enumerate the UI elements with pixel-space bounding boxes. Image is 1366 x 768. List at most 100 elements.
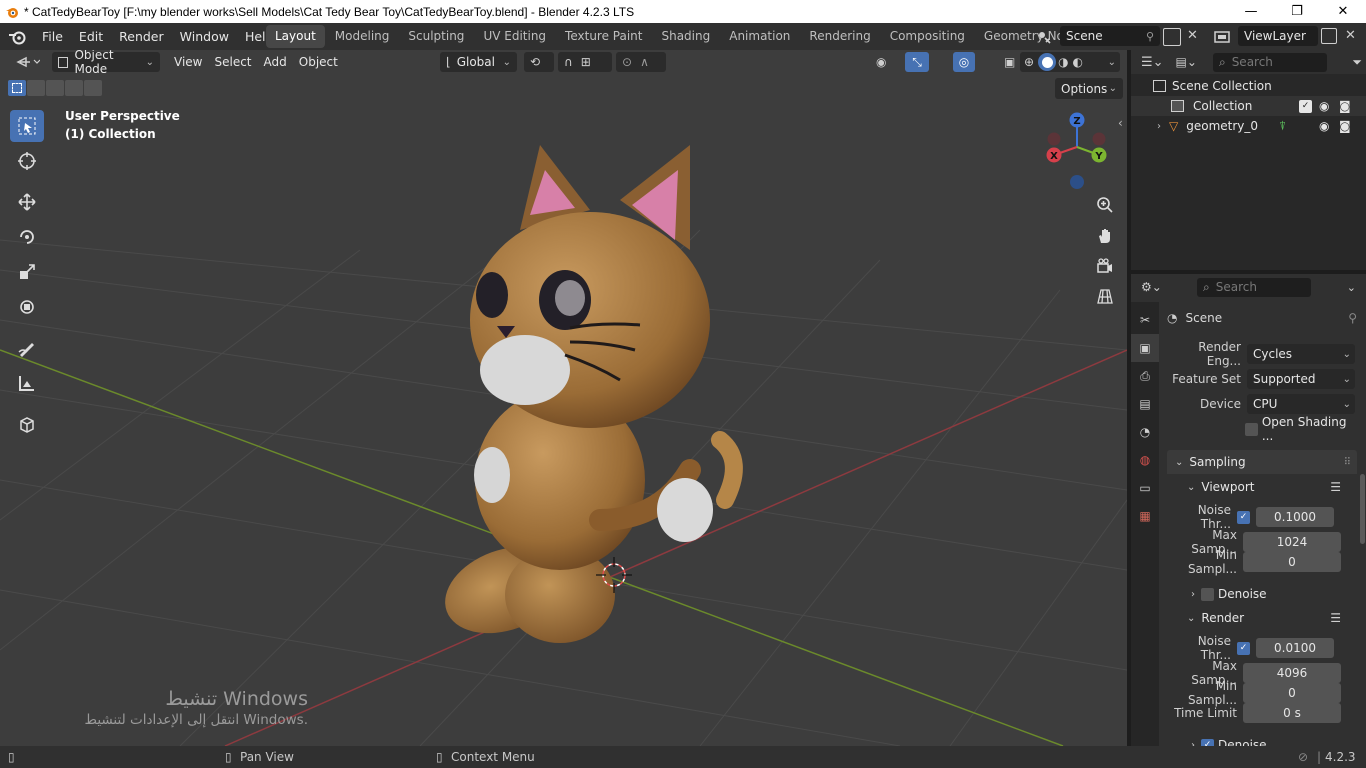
output-tab-icon[interactable]: ⎙ bbox=[1131, 362, 1159, 390]
pivot-point-dropdown[interactable]: ⟲ bbox=[524, 52, 554, 72]
wireframe-shading-icon[interactable]: ⊕ bbox=[1024, 55, 1034, 69]
show-overlays-toggle[interactable]: ◎ bbox=[953, 52, 975, 72]
tab-uv-editing[interactable]: UV Editing bbox=[474, 25, 555, 48]
menu-select[interactable]: Select bbox=[208, 52, 257, 72]
viewport-min-samples-field[interactable]: 0 bbox=[1243, 552, 1341, 572]
viewport-subpanel-header[interactable]: ⌄ Viewport ☰ bbox=[1167, 475, 1357, 499]
annotate-tool[interactable] bbox=[10, 332, 44, 364]
tab-compositing[interactable]: Compositing bbox=[881, 25, 974, 48]
blender-menu-icon[interactable] bbox=[0, 23, 34, 50]
camera-render-icon[interactable]: ◙ bbox=[1339, 119, 1351, 133]
rendered-shading-icon[interactable]: ◐ bbox=[1073, 55, 1083, 69]
scene-selector[interactable]: Scene ⚲ bbox=[1060, 26, 1160, 46]
tab-animation[interactable]: Animation bbox=[720, 25, 799, 48]
viewport-noise-field[interactable]: 0.1000 bbox=[1256, 507, 1334, 527]
select-extend-icon[interactable] bbox=[27, 80, 45, 96]
tool-tab-icon[interactable]: ✂ bbox=[1131, 306, 1159, 334]
measure-tool[interactable] bbox=[10, 367, 44, 399]
solid-shading-icon[interactable] bbox=[1038, 53, 1057, 71]
show-gizmo-toggle[interactable]: ⤡ bbox=[905, 52, 929, 72]
transform-orientation-dropdown[interactable]: ⌊ Global ⌄ bbox=[440, 52, 517, 72]
scene-tab-icon[interactable]: ◔ bbox=[1131, 418, 1159, 446]
options-dropdown[interactable]: Options ⌄ bbox=[1055, 78, 1123, 99]
rotate-tool[interactable] bbox=[10, 221, 44, 253]
cat-teddy-bear-model[interactable] bbox=[433, 145, 743, 649]
viewport-noise-checkbox[interactable]: ✓ bbox=[1237, 510, 1250, 524]
render-denoise-checkbox[interactable]: ✓ bbox=[1201, 738, 1214, 746]
3d-viewport[interactable]: Z X Y Object Mode ⌄ View Select Add Obje… bbox=[0, 50, 1127, 746]
viewport-max-samples-field[interactable]: 1024 bbox=[1243, 532, 1341, 552]
proportional-editing-toggle[interactable]: ⊙ ∧ bbox=[616, 52, 666, 72]
outliner-search-input[interactable]: ⌕ Search bbox=[1212, 52, 1327, 72]
texture-tab-icon[interactable]: ▦ bbox=[1131, 502, 1159, 530]
snap-toggle[interactable]: ∩ ⊞ bbox=[558, 52, 612, 72]
chevron-down-icon[interactable]: ⌄ bbox=[1108, 57, 1116, 68]
menu-object[interactable]: Object bbox=[293, 52, 344, 72]
delete-view-layer-icon[interactable]: ✕ bbox=[1345, 28, 1356, 43]
object-mode-dropdown[interactable]: Object Mode ⌄ bbox=[52, 50, 160, 76]
tab-sculpting[interactable]: Sculpting bbox=[399, 25, 473, 48]
delete-scene-icon[interactable]: ✕ bbox=[1187, 28, 1198, 43]
menu-file[interactable]: File bbox=[34, 23, 71, 50]
menu-add[interactable]: Add bbox=[258, 52, 293, 72]
tab-texture-paint[interactable]: Texture Paint bbox=[556, 25, 651, 48]
menu-edit[interactable]: Edit bbox=[71, 23, 111, 50]
sidebar-toggle-icon[interactable]: ‹ bbox=[1118, 116, 1123, 130]
menu-render[interactable]: Render bbox=[111, 23, 172, 50]
material-shading-icon[interactable]: ◑ bbox=[1058, 55, 1068, 69]
feature-set-dropdown[interactable]: Supported ⌄ bbox=[1247, 369, 1355, 389]
tab-layout[interactable]: Layout bbox=[266, 25, 325, 48]
exclude-checkbox[interactable]: ✓ bbox=[1299, 99, 1312, 113]
collection-tab-icon[interactable]: ▭ bbox=[1131, 474, 1159, 502]
world-tab-icon[interactable]: ◍ bbox=[1131, 446, 1159, 474]
drag-handle-icon[interactable]: ⠿ bbox=[1344, 457, 1351, 468]
cursor-tool[interactable] bbox=[10, 145, 44, 177]
select-intersect-icon[interactable] bbox=[84, 80, 102, 96]
presets-list-icon[interactable]: ☰ bbox=[1330, 611, 1341, 625]
device-dropdown[interactable]: CPU ⌄ bbox=[1247, 394, 1355, 414]
maximize-button[interactable]: ❐ bbox=[1274, 0, 1320, 23]
pin-icon[interactable]: ⚲ bbox=[1348, 311, 1357, 325]
render-max-samples-field[interactable]: 4096 bbox=[1243, 663, 1341, 683]
zoom-icon[interactable] bbox=[1093, 193, 1117, 217]
minimize-button[interactable]: — bbox=[1228, 0, 1274, 23]
render-time-limit-field[interactable]: 0 s bbox=[1243, 703, 1341, 723]
menu-window[interactable]: Window bbox=[172, 23, 237, 50]
display-mode-icon[interactable]: ▤⌄ bbox=[1176, 55, 1197, 69]
viewport-denoise-checkbox[interactable] bbox=[1201, 587, 1214, 601]
expand-arrow-icon[interactable]: › bbox=[1157, 121, 1161, 132]
new-scene-icon[interactable] bbox=[1163, 28, 1181, 46]
outliner-row-scene-collection[interactable]: Scene Collection bbox=[1131, 76, 1366, 96]
menu-view[interactable]: View bbox=[168, 52, 208, 72]
render-engine-dropdown[interactable]: Cycles ⌄ bbox=[1247, 344, 1355, 364]
sampling-panel-header[interactable]: ⌄ Sampling ⠿ bbox=[1167, 450, 1357, 474]
outliner-editor-icon[interactable]: ☰⌄ bbox=[1141, 55, 1164, 70]
filter-icon[interactable]: ⏷ bbox=[1352, 55, 1362, 70]
viewport-denoise-subpanel[interactable]: › Denoise bbox=[1167, 582, 1357, 606]
render-noise-checkbox[interactable]: ✓ bbox=[1237, 641, 1250, 655]
scene-icon[interactable] bbox=[1032, 26, 1056, 47]
transform-tool[interactable] bbox=[10, 291, 44, 323]
tab-rendering[interactable]: Rendering bbox=[800, 25, 879, 48]
tab-modeling[interactable]: Modeling bbox=[326, 25, 399, 48]
move-tool[interactable] bbox=[10, 186, 44, 218]
editor-type-icon[interactable] bbox=[10, 52, 46, 72]
render-min-samples-field[interactable]: 0 bbox=[1243, 683, 1341, 703]
mesh-data-icon[interactable]: ⍒ bbox=[1279, 119, 1286, 134]
perspective-toggle-icon[interactable] bbox=[1093, 284, 1117, 308]
render-subpanel-header[interactable]: ⌄ Render ☰ bbox=[1167, 606, 1357, 630]
close-button[interactable]: ✕ bbox=[1320, 0, 1366, 23]
eye-icon[interactable]: ◉ bbox=[1319, 99, 1329, 113]
select-new-icon[interactable] bbox=[8, 80, 26, 96]
xray-toggle[interactable]: ▣ bbox=[998, 52, 1021, 72]
view-layer-icon[interactable] bbox=[1210, 26, 1234, 47]
new-view-layer-icon[interactable] bbox=[1321, 28, 1337, 44]
render-denoise-subpanel[interactable]: › ✓ Denoise bbox=[1167, 733, 1357, 746]
camera-view-icon[interactable] bbox=[1093, 254, 1117, 278]
properties-scrollbar[interactable] bbox=[1360, 474, 1365, 544]
render-tab-icon[interactable]: ▣ bbox=[1131, 334, 1159, 362]
tab-shading[interactable]: Shading bbox=[652, 25, 719, 48]
select-invert-icon[interactable] bbox=[65, 80, 83, 96]
properties-editor-icon[interactable]: ⚙⌄ bbox=[1141, 280, 1162, 294]
eye-icon[interactable]: ◉ bbox=[1319, 119, 1329, 133]
